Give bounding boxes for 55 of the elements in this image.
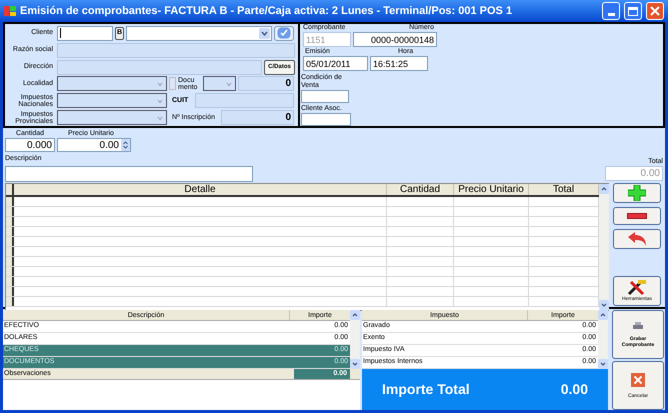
field-value: 0: [285, 114, 291, 122]
cancel-icon: [631, 372, 645, 386]
field-value: 0000-00000148: [370, 36, 434, 44]
dropdown-field[interactable]: [126, 26, 272, 41]
scroll-up-icon: [599, 184, 609, 194]
scroll-down-icon: [350, 359, 360, 369]
field-value: 0.00: [100, 138, 119, 152]
check-button[interactable]: [274, 26, 294, 41]
maximize-button[interactable]: [624, 2, 642, 20]
app-icon: [4, 5, 16, 17]
field-value: 05/01/2011: [306, 60, 350, 68]
field-value: 16:51:25: [373, 60, 408, 68]
check-icon: [277, 27, 291, 40]
spin-arrows-icon: [121, 139, 130, 151]
input-field[interactable]: 16:51:25: [370, 56, 428, 71]
scrollbar[interactable]: [350, 310, 360, 369]
printer-icon: [633, 322, 643, 330]
window-title: Emisión de comprobantes- FACTURA B - Parte/Caja activa: 2 Lunes - Terminal/Pos: 001 POS 1: [20, 4, 514, 19]
field-value: 0: [285, 80, 291, 88]
chevron-down-icon: [259, 28, 270, 39]
scroll-down-icon: [599, 300, 609, 310]
scrollbar[interactable]: [599, 184, 609, 310]
input-field[interactable]: 0.000: [5, 138, 55, 152]
undo-button[interactable]: [613, 229, 661, 249]
column-header[interactable]: Cantidad: [387, 184, 454, 195]
add-button[interactable]: [613, 183, 661, 203]
total-value: 0.00: [560, 380, 588, 399]
column-header[interactable]: Detalle: [14, 184, 387, 195]
remove-button[interactable]: [613, 207, 661, 225]
input-field[interactable]: [57, 26, 113, 41]
minus-icon: [627, 213, 647, 219]
scroll-up-icon: [350, 310, 360, 320]
observations-field[interactable]: [3, 380, 360, 410]
input-field[interactable]: [5, 166, 253, 182]
close-icon: [650, 6, 660, 16]
input-field[interactable]: 05/01/2011: [303, 56, 368, 71]
field-value: 1151: [306, 36, 326, 44]
input-field[interactable]: [301, 90, 349, 103]
maximize-icon: [628, 6, 638, 16]
column-header[interactable]: Precio Unitario: [454, 184, 529, 195]
input-field[interactable]: 0000-00000148: [353, 32, 437, 47]
minimize-button[interactable]: [602, 2, 620, 20]
input-field[interactable]: [301, 113, 351, 126]
total-label: Importe Total: [382, 380, 470, 399]
undo-arrow-icon: [627, 232, 647, 246]
scroll-down-icon: [598, 359, 608, 369]
input-field[interactable]: 0.00: [57, 138, 131, 152]
scroll-up-icon: [598, 310, 608, 320]
plus-icon: [628, 185, 646, 201]
field-value: 0.00: [640, 167, 660, 181]
minimize-icon: [608, 13, 614, 16]
tools-icon: [627, 280, 647, 296]
close-button[interactable]: [646, 2, 664, 20]
scrollbar[interactable]: [598, 310, 608, 369]
field-value: 0.000: [26, 138, 52, 152]
